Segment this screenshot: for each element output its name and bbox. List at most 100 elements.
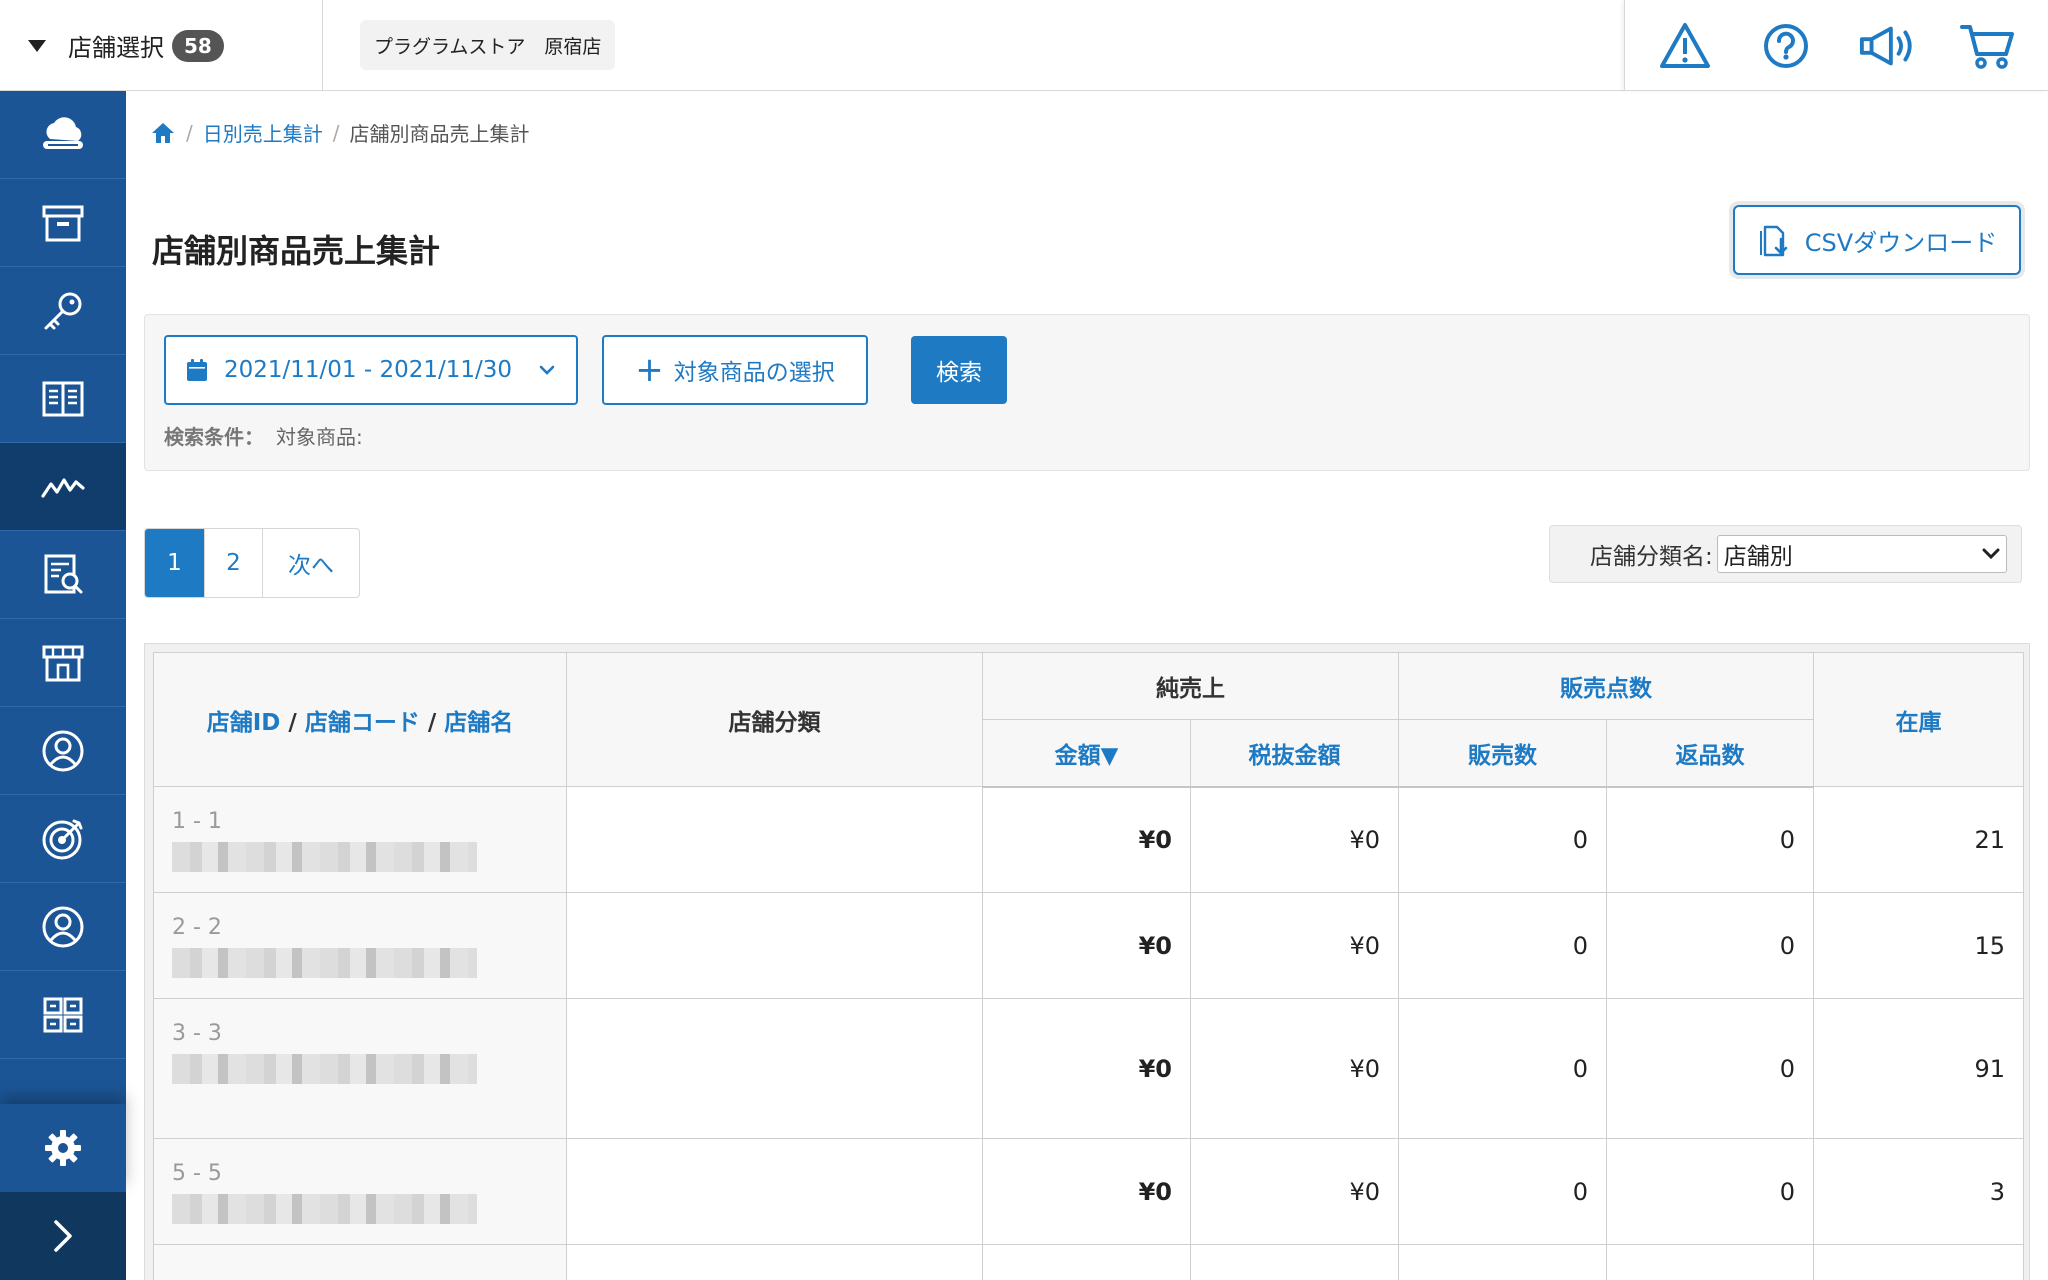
col-net-sales: 純売上 <box>982 652 1399 720</box>
help-icon[interactable] <box>1757 17 1815 75</box>
sales-table-wrapper: 店舗ID / 店舗コード / 店舗名 店舗分類 純売上 販売点数 在庫 金額▼ … <box>144 643 2030 1280</box>
chevron-down-icon <box>1982 548 2000 560</box>
stock-cell: 91 <box>1813 998 2024 1139</box>
search-button[interactable]: 検索 <box>911 336 1007 404</box>
table-row: 2 - 2 ¥0 ¥0 0 0 15 <box>153 892 2024 999</box>
sidebar-item-key[interactable] <box>0 267 126 355</box>
page-2-button[interactable]: 2 <box>205 529 263 597</box>
sidebar <box>0 91 126 1280</box>
col-returned[interactable]: 返品数 <box>1606 719 1814 788</box>
sort-store-code[interactable]: 店舗コード <box>305 710 420 736</box>
search-conditions: 検索条件： 対象商品: <box>164 421 363 450</box>
store-id-cell: 3 - 3 <box>153 998 567 1139</box>
page-title: 店舗別商品売上集計 <box>152 232 441 270</box>
staff-icon <box>42 906 84 947</box>
sold-cell: 0 <box>1398 998 1607 1139</box>
stock-cell: 15 <box>1813 892 2024 999</box>
current-store-chip: プラグラムストア 原宿店 <box>360 20 616 70</box>
page-1-button[interactable]: 1 <box>145 529 205 597</box>
sold-cell: 0 <box>1398 1138 1607 1245</box>
store-select-label: 店舗選択 <box>68 34 164 62</box>
sidebar-item-customer[interactable] <box>0 707 126 795</box>
pagination: 1 2 次へ <box>144 528 360 598</box>
download-file-icon <box>1759 225 1788 257</box>
store-select-dropdown[interactable]: 店舗選択 58 <box>0 0 323 91</box>
sidebar-item-book[interactable] <box>0 355 126 443</box>
warning-icon[interactable] <box>1656 17 1714 75</box>
breadcrumb-daily-sales-link[interactable]: 日別売上集計 <box>203 118 323 147</box>
amount-cell: ¥0 <box>982 786 1191 893</box>
sidebar-item-store[interactable] <box>0 619 126 707</box>
table-row: 3 - 3 ¥0 ¥0 0 0 91 <box>153 998 2024 1139</box>
settings-button[interactable] <box>0 1104 126 1192</box>
sidebar-item-target[interactable] <box>0 795 126 883</box>
returned-cell: 0 <box>1606 1138 1814 1245</box>
table-row <box>153 1244 2024 1280</box>
search-conditions-value: 対象商品: <box>276 425 363 449</box>
sidebar-item-report[interactable] <box>0 531 126 619</box>
top-icon-group <box>1624 0 2048 91</box>
returned-cell <box>1606 1244 1814 1280</box>
store-category-cell <box>566 892 983 999</box>
sidebar-expand-button[interactable] <box>0 1192 126 1280</box>
col-amount[interactable]: 金額▼ <box>982 719 1191 788</box>
megaphone-icon[interactable] <box>1858 17 1916 75</box>
amount-ex-tax-cell: ¥0 <box>1190 1138 1399 1245</box>
table-row: 1 - 1 ¥0 ¥0 0 0 21 <box>153 786 2024 893</box>
sidebar-bottom <box>0 1104 126 1280</box>
report-search-icon <box>44 554 83 593</box>
returned-cell: 0 <box>1606 892 1814 999</box>
store-sales-table: 店舗ID / 店舗コード / 店舗名 店舗分類 純売上 販売点数 在庫 金額▼ … <box>153 652 2024 1280</box>
cart-icon[interactable] <box>1959 17 2017 75</box>
col-sold[interactable]: 販売数 <box>1398 719 1607 788</box>
date-range-value: 2021/11/01 - 2021/11/30 <box>224 357 513 383</box>
sidebar-item-archive[interactable] <box>0 179 126 267</box>
calendar-icon <box>187 359 207 381</box>
amount-cell: ¥0 <box>982 892 1191 999</box>
sort-store-name[interactable]: 店舗名 <box>444 710 513 736</box>
target-icon <box>42 819 83 859</box>
col-units-sold[interactable]: 販売点数 <box>1398 652 1814 720</box>
store-category-cell <box>566 1244 983 1280</box>
sold-cell <box>1398 1244 1607 1280</box>
store-category-select[interactable]: 店舗別 <box>1716 535 2007 573</box>
user-circle-icon <box>42 730 84 771</box>
store-name-blurred <box>172 1194 477 1224</box>
stock-cell: 3 <box>1813 1138 2024 1245</box>
amount-cell: ¥0 <box>982 998 1191 1139</box>
sidebar-item-staff[interactable] <box>0 883 126 971</box>
amount-ex-tax-cell: ¥0 <box>1190 892 1399 999</box>
store-id: 5 - 5 <box>172 1161 222 1186</box>
select-products-button[interactable]: + 対象商品の選択 <box>602 335 868 405</box>
stock-cell <box>1813 1244 2024 1280</box>
col-store-id-code-name: 店舗ID / 店舗コード / 店舗名 <box>153 652 567 787</box>
csv-download-label: CSVダウンロード <box>1804 228 1998 257</box>
breadcrumb: / 日別売上集計 / 店舗別商品売上集計 <box>150 118 530 147</box>
col-amount-ex-tax[interactable]: 税抜金額 <box>1190 719 1399 788</box>
caret-down-icon <box>28 39 46 52</box>
sidebar-item-sales-analytics[interactable] <box>0 443 126 531</box>
store-id-cell: 2 - 2 <box>153 892 567 999</box>
sidebar-item-cloud[interactable] <box>0 91 126 179</box>
stock-cell: 21 <box>1813 786 2024 893</box>
search-conditions-label: 検索条件： <box>164 425 264 449</box>
store-category-selected: 店舗別 <box>1723 544 1793 570</box>
store-id-cell: 1 - 1 <box>153 786 567 893</box>
book-icon <box>42 381 84 416</box>
table-row: 5 - 5 ¥0 ¥0 0 0 3 <box>153 1138 2024 1245</box>
store-icon <box>42 645 84 681</box>
store-id-cell <box>153 1244 567 1280</box>
csv-download-button[interactable]: CSVダウンロード <box>1733 205 2021 275</box>
store-id: 2 - 2 <box>172 915 222 940</box>
next-page-button[interactable]: 次へ <box>263 529 359 597</box>
store-id-cell: 5 - 5 <box>153 1138 567 1245</box>
home-icon[interactable] <box>150 121 176 145</box>
chevron-right-icon <box>54 1220 72 1252</box>
sidebar-item-inventory[interactable] <box>0 971 126 1059</box>
store-category-cell <box>566 786 983 893</box>
col-stock[interactable]: 在庫 <box>1813 652 2024 787</box>
amount-ex-tax-cell: ¥0 <box>1190 786 1399 893</box>
sort-store-id[interactable]: 店舗ID <box>207 710 281 736</box>
amount-ex-tax-cell <box>1190 1244 1399 1280</box>
date-range-picker[interactable]: 2021/11/01 - 2021/11/30 <box>164 335 578 405</box>
